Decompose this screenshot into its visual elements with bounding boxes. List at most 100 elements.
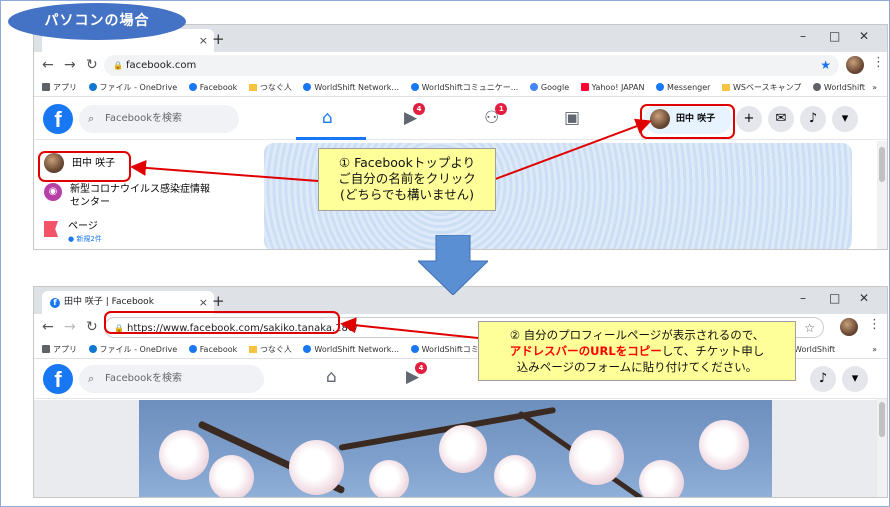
groups-icon[interactable]: ⚇ 1	[484, 103, 508, 128]
address-url: facebook.com	[126, 60, 197, 71]
browser-profile-avatar[interactable]	[846, 56, 864, 74]
back-icon[interactable]: ←	[42, 55, 54, 75]
apps-icon	[42, 83, 50, 91]
create-button[interactable]: +	[736, 106, 762, 132]
bookmark-apps[interactable]: アプリ	[42, 345, 77, 354]
bookmark-ws-network[interactable]: WorldShift Network...	[303, 83, 399, 92]
blossom	[569, 430, 624, 485]
facebook-search-input[interactable]: ⌕ Facebookを検索	[79, 365, 264, 393]
folder-icon	[248, 84, 257, 91]
bookmark-facebook[interactable]: Facebook	[188, 83, 237, 92]
menu-icon[interactable]: ⋮	[872, 55, 885, 70]
minimize-icon[interactable]: –	[800, 29, 806, 43]
notification-badge: 4	[415, 362, 428, 374]
maximize-icon[interactable]: □	[829, 291, 840, 305]
yahoo-icon	[580, 83, 589, 91]
facebook-search-input[interactable]: ⌕ Facebookを検索	[79, 105, 239, 133]
forward-icon[interactable]: →	[64, 55, 76, 75]
search-icon: ⌕	[88, 112, 95, 125]
maximize-icon[interactable]: □	[829, 29, 840, 43]
facebook-icon	[655, 83, 664, 91]
watch-icon[interactable]: ▶ 4	[406, 362, 428, 387]
window-close-icon[interactable]: ✕	[859, 29, 869, 43]
active-tab-indicator	[296, 137, 366, 140]
folder-icon	[721, 84, 730, 91]
account-menu-icon[interactable]: ▾	[842, 366, 868, 392]
apps-icon	[42, 345, 50, 353]
watch-icon[interactable]: ▶ 4	[404, 103, 426, 128]
bookmark-onedrive[interactable]: ファイル - OneDrive	[88, 83, 177, 92]
new-tab-button[interactable]: +	[212, 29, 225, 49]
bookmark-messenger[interactable]: Messenger	[655, 83, 710, 92]
reload-icon[interactable]: ↻	[86, 55, 98, 75]
blossom	[369, 460, 409, 497]
blossom	[494, 455, 536, 497]
bookmarks-overflow[interactable]: »	[872, 79, 877, 97]
bookmark-facebook[interactable]: Facebook	[188, 345, 237, 354]
title-badge: パソコンの場合	[8, 3, 186, 40]
facebook-icon	[303, 83, 312, 91]
bookmark-onedrive[interactable]: ファイル - OneDrive	[88, 345, 177, 354]
notifications-icon[interactable]: ♪	[810, 366, 836, 392]
browser-profile-avatar[interactable]	[840, 318, 858, 336]
cover-left-margin	[34, 400, 139, 497]
facebook-icon	[303, 345, 312, 353]
callout-step2: ② 自分のプロフィールページが表示されるので、 アドレスバーのURLをコピーして…	[478, 321, 796, 381]
folder-icon	[248, 346, 257, 353]
blossom	[639, 460, 684, 497]
sidebar-item-covid[interactable]: ◉ 新型コロナウイルス感染症情報 センター	[44, 183, 210, 209]
bookmark-star-icon[interactable]: ★	[820, 55, 831, 76]
cloud-icon	[88, 83, 97, 91]
bookmarks-overflow[interactable]: »	[872, 341, 877, 359]
gaming-icon[interactable]: ▣	[564, 108, 580, 128]
bookmark-ws-community[interactable]: WorldShiftコミュニケー...	[410, 83, 518, 92]
bookmark-tsunagu[interactable]: つなぐ人	[248, 83, 292, 92]
cover-photo[interactable]	[139, 400, 772, 497]
facebook-icon	[188, 345, 197, 353]
highlight-sidebar-name	[38, 151, 131, 182]
close-icon[interactable]: ×	[199, 29, 208, 52]
cloud-icon	[88, 345, 97, 353]
bookmark-yahoo[interactable]: Yahoo! JAPAN	[580, 83, 644, 92]
back-icon[interactable]: ←	[42, 317, 54, 337]
facebook-logo[interactable]: f	[43, 364, 73, 394]
toolbar: ← → ↻ 🔒 facebook.com ★ ⋮	[34, 52, 887, 79]
bookmark-worldshift[interactable]: WorldShift	[812, 83, 865, 92]
highlight-header-profile	[640, 104, 735, 139]
search-icon: ⌕	[88, 372, 95, 385]
bookmark-ws-network[interactable]: WorldShift Network...	[303, 345, 399, 354]
bookmarks-bar: アプリ ファイル - OneDrive Facebook つなぐ人 WorldS…	[34, 79, 887, 97]
reload-icon[interactable]: ↻	[86, 317, 98, 337]
virus-info-icon: ◉	[44, 183, 62, 201]
address-bar[interactable]: 🔒 facebook.com ★	[104, 55, 839, 76]
bookmark-tsunagu[interactable]: つなぐ人	[248, 345, 292, 354]
new-tab-button[interactable]: +	[212, 291, 225, 311]
lock-icon: 🔒	[113, 61, 123, 70]
bookmark-ws-basecamp[interactable]: WSベースキャンプ	[721, 83, 801, 92]
menu-icon[interactable]: ⋮	[868, 317, 881, 332]
notification-badge: 4	[413, 103, 426, 115]
blossom	[699, 420, 749, 470]
bookmark-star-icon[interactable]: ☆	[804, 318, 815, 339]
facebook-header: f ⌕ Facebookを検索 ⌂ ▶ 4 ⚇ 1 ▣ 田中 咲子 + ✉ ♪ ▾	[34, 98, 887, 140]
facebook-logo[interactable]: f	[43, 104, 73, 134]
bookmark-google[interactable]: Google	[529, 83, 569, 92]
bookmark-apps[interactable]: アプリ	[42, 83, 77, 92]
flag-icon	[44, 221, 58, 237]
bookmark-worldshift[interactable]: WorldShift	[794, 341, 835, 359]
notification-badge: 1	[495, 103, 508, 115]
account-menu-icon[interactable]: ▾	[832, 106, 858, 132]
minimize-icon[interactable]: –	[800, 291, 806, 305]
home-icon[interactable]: ⌂	[322, 108, 333, 128]
window-close-icon[interactable]: ✕	[859, 291, 869, 305]
down-arrow-icon	[418, 235, 488, 295]
scrollbar-thumb[interactable]	[879, 402, 885, 437]
scrollbar-thumb[interactable]	[879, 147, 885, 182]
notifications-icon[interactable]: ♪	[800, 106, 826, 132]
globe-icon	[812, 83, 821, 91]
forward-icon[interactable]: →	[64, 317, 76, 337]
messenger-icon[interactable]: ✉	[768, 106, 794, 132]
facebook-icon	[188, 83, 197, 91]
sidebar-item-pages[interactable]: ページ ● 新規2件	[44, 221, 102, 245]
home-icon[interactable]: ⌂	[326, 367, 337, 387]
